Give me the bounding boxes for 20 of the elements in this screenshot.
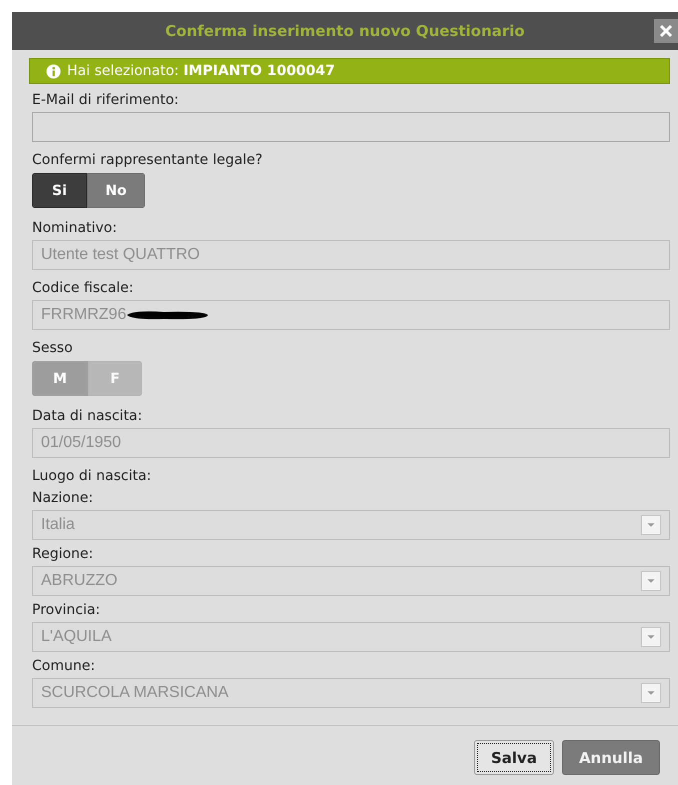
field-label: Nominativo: (32, 220, 117, 237)
field-label: Regione: (32, 546, 94, 563)
cancel-button[interactable]: Annulla (562, 740, 660, 775)
field-label: E-Mail di riferimento: (32, 92, 179, 109)
save-button[interactable]: Salva (474, 740, 554, 775)
toggle-option[interactable]: No (87, 173, 145, 208)
toggle-option[interactable]: Si (32, 173, 87, 208)
info-icon (46, 64, 61, 78)
field-label: Provincia: (32, 602, 100, 619)
close-icon[interactable] (654, 19, 678, 43)
section-heading: Luogo di nascita: (32, 468, 152, 485)
field-label: Codice fiscale: (32, 280, 134, 297)
window-title: Conferma inserimento nuovo Questionario (165, 22, 525, 40)
field-label: Sesso (32, 340, 73, 357)
field-label: Comune: (32, 658, 96, 675)
field-label: Confermi rappresentante legale? (32, 152, 263, 169)
field-label: Nazione: (32, 490, 94, 507)
field-label: Data di nascita: (32, 408, 142, 425)
input-field[interactable] (32, 112, 670, 142)
selection-text: Hai selezionato: IMPIANTO 1000047 (67, 63, 336, 79)
